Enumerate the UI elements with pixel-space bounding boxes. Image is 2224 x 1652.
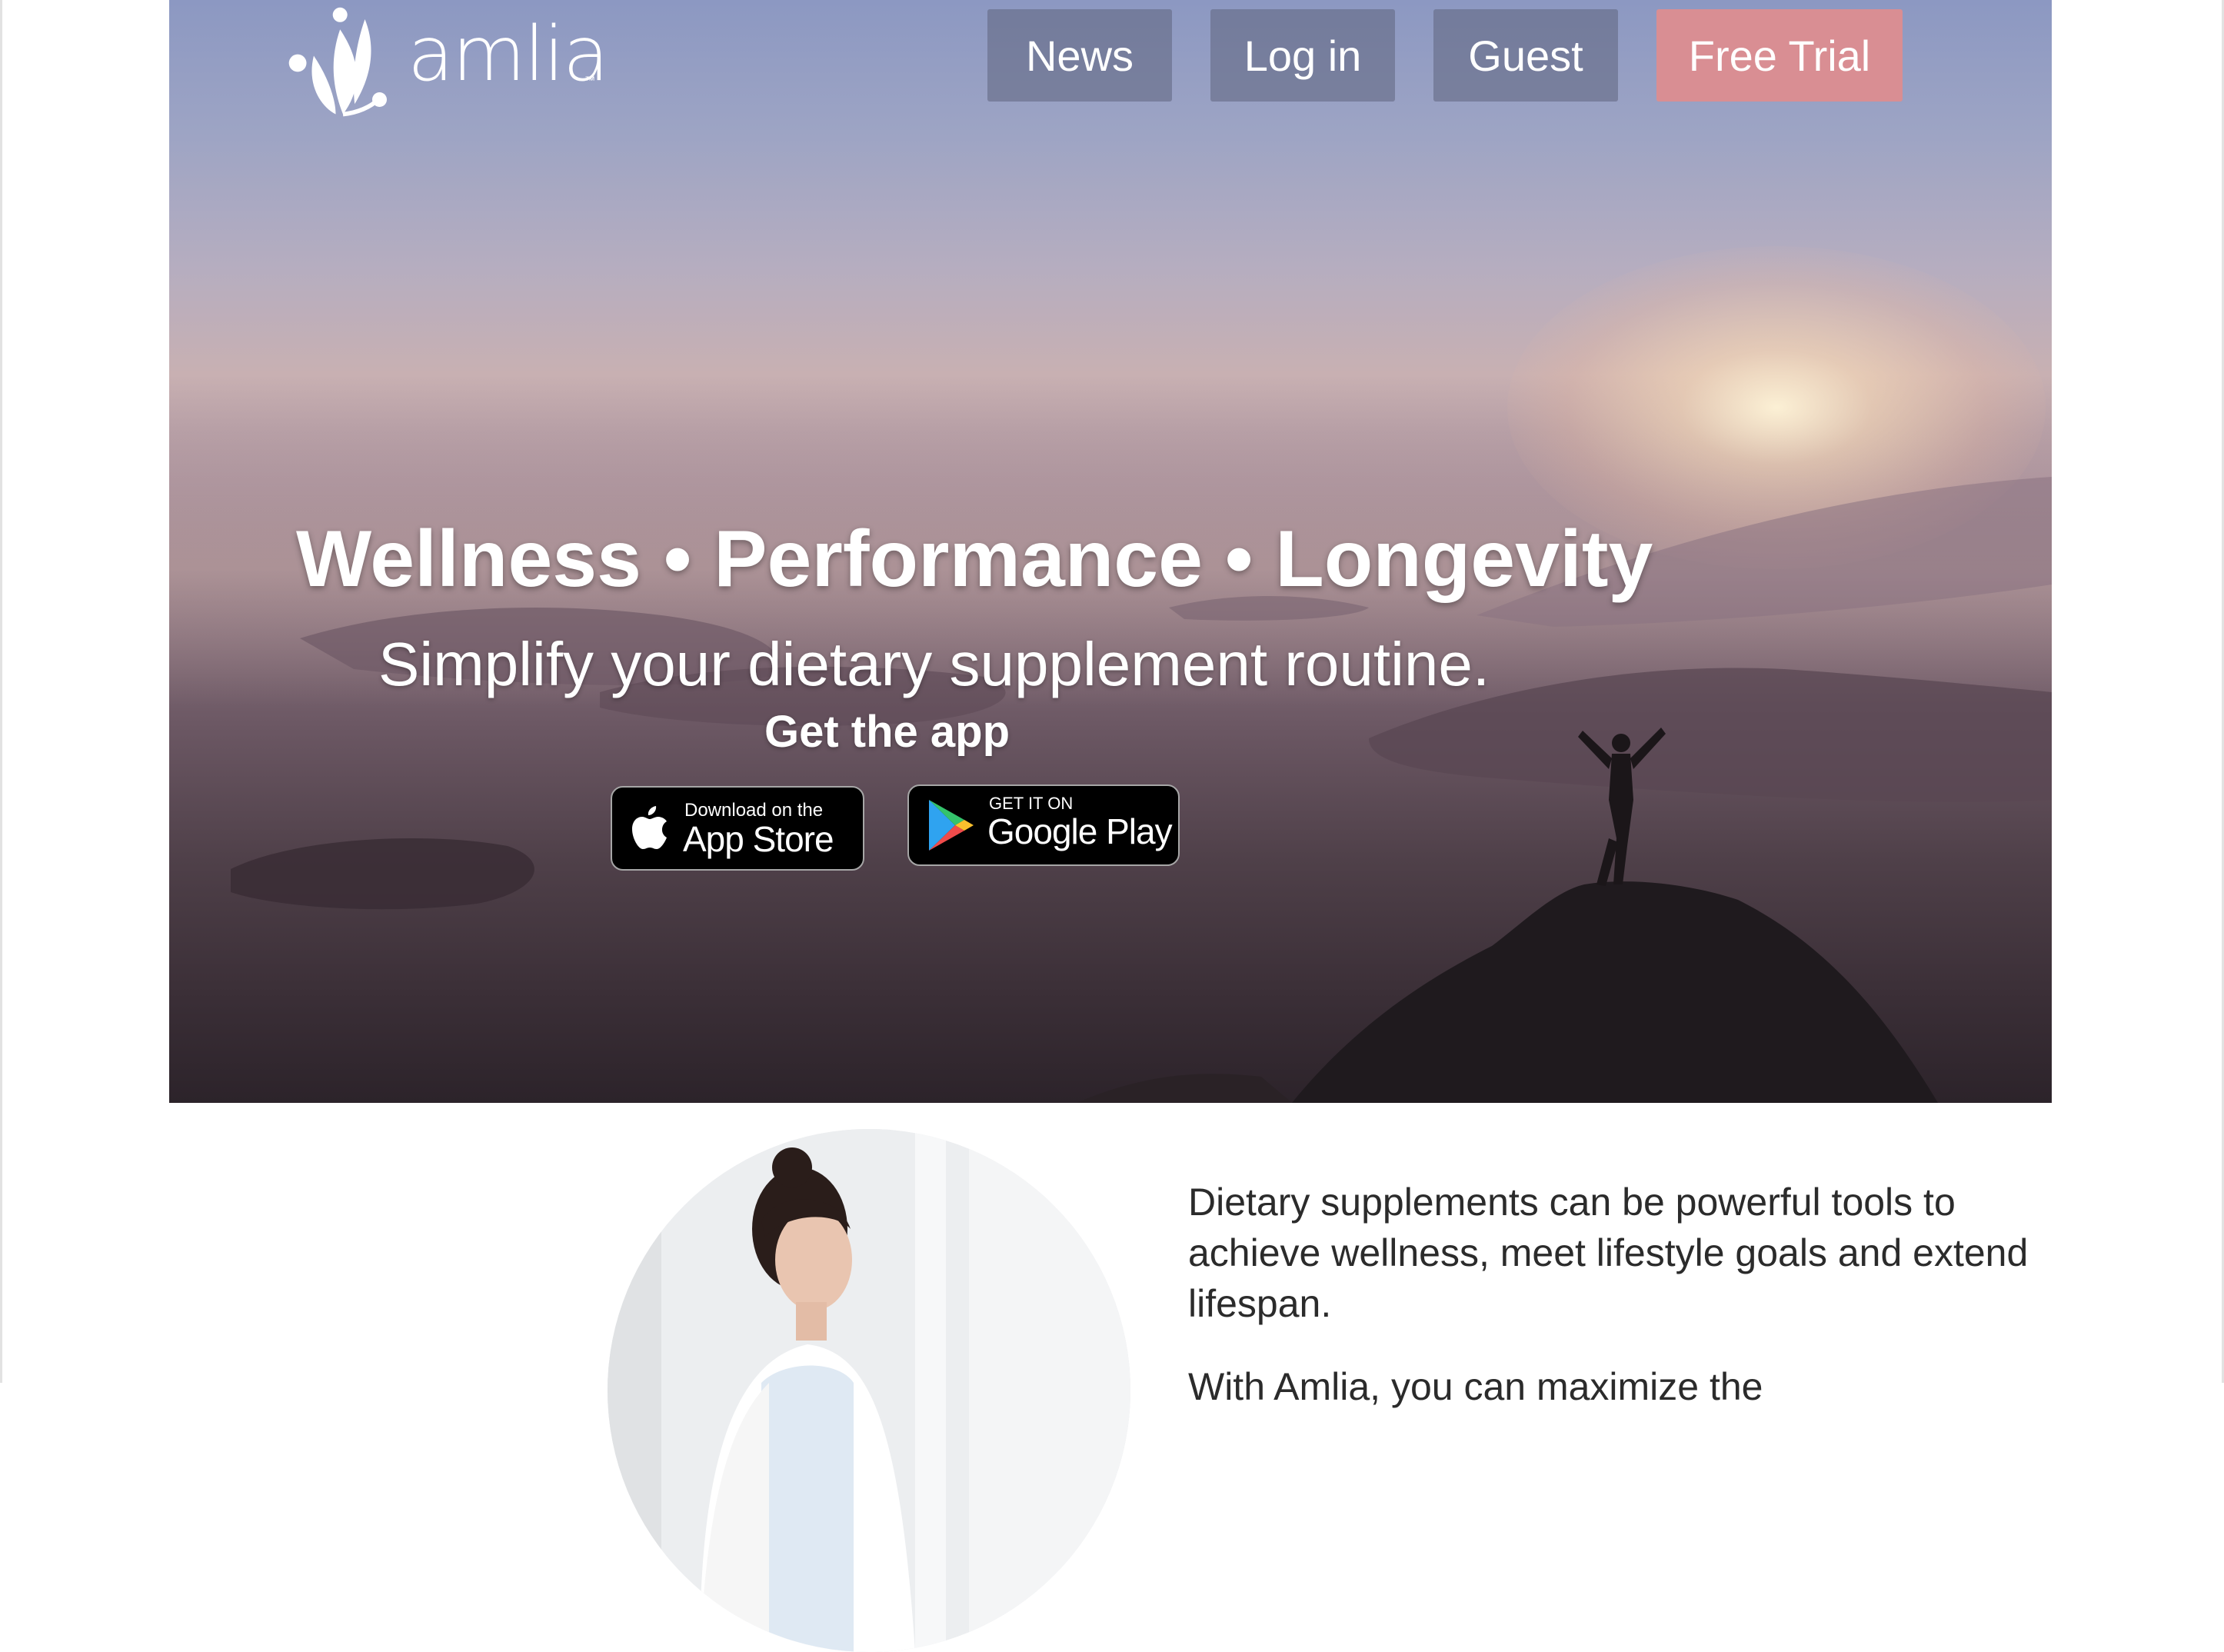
hero-headline: Wellness • Performance • Longevity (296, 515, 1653, 604)
nav-login-button[interactable]: Log in (1210, 9, 1395, 102)
google-play-big-text: Google Play (987, 811, 1173, 851)
woman-reading-photo (608, 1129, 1130, 1652)
amlia-logo-icon (288, 7, 387, 117)
woman-illustration (608, 1129, 1130, 1652)
apple-icon (632, 806, 667, 849)
google-play-icon (929, 800, 974, 851)
nav-news-button[interactable]: News (987, 9, 1172, 102)
free-trial-button[interactable]: Free Trial (1656, 9, 1903, 102)
hero-subline: Simplify your dietary supplement routine… (378, 630, 1490, 698)
google-play-badge[interactable]: GET IT ON Google Play (907, 784, 1180, 866)
intro-next-line: With Amlia, you can maximize the (1188, 1365, 1763, 1408)
hero-banner: amlia ™ News Log in Guest Free Trial Wel… (169, 0, 2052, 1103)
brand-name: amlia (408, 11, 609, 98)
intro-paragraph: Dietary supplements can be powerful tool… (1188, 1181, 2029, 1325)
app-store-badge[interactable]: Download on the App Store (611, 786, 864, 871)
get-the-app-heading: Get the app (764, 707, 1010, 757)
nav-guest-button[interactable]: Guest (1433, 9, 1618, 102)
app-store-big-text: App Store (683, 819, 834, 859)
page-border-left (0, 0, 2, 1383)
brand-trademark: ™ (584, 74, 595, 86)
